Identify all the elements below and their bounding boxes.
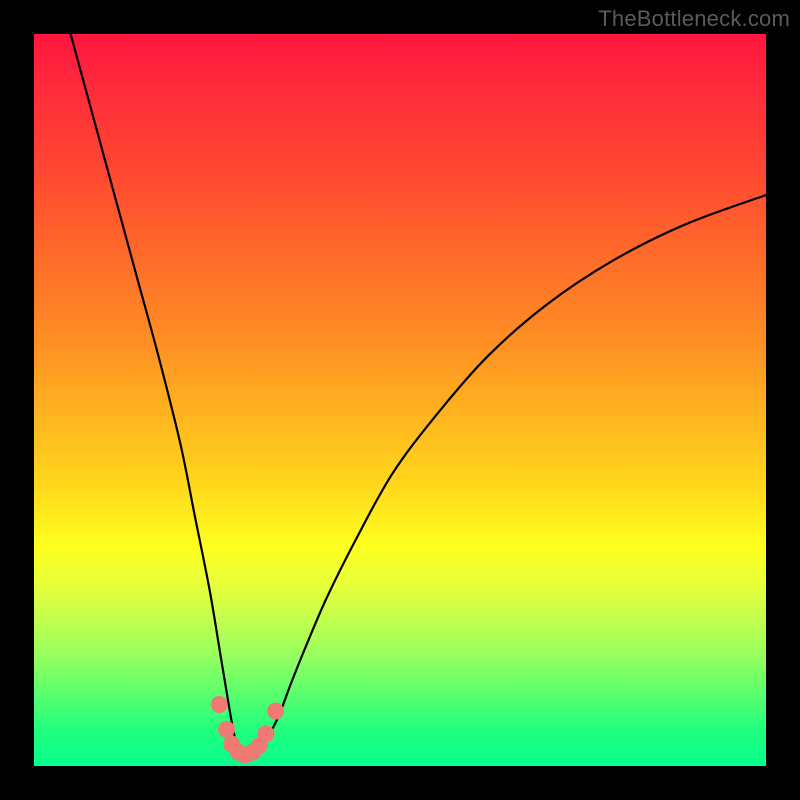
chart-svg <box>34 34 766 766</box>
curve-line <box>71 34 766 759</box>
watermark-text: TheBottleneck.com <box>598 6 790 32</box>
chart-frame: TheBottleneck.com <box>0 0 800 800</box>
plot-area <box>34 34 766 766</box>
trough-markers <box>211 696 284 764</box>
